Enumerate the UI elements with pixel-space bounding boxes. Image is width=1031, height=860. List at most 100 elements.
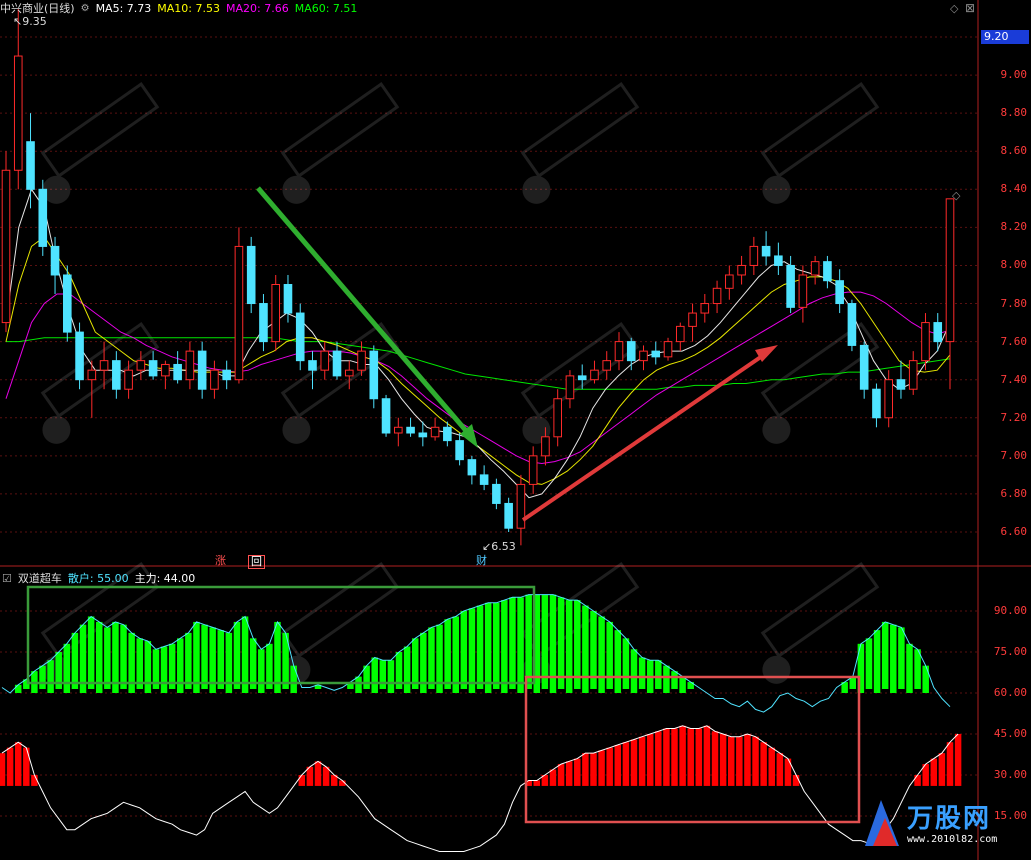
candle-up [344, 369, 354, 377]
ma5-value: MA5: 7.73 [95, 1, 152, 15]
main-force-bar [768, 747, 775, 786]
retail-bar [541, 594, 549, 689]
main-force-bar [930, 758, 938, 786]
candle-down [26, 141, 35, 190]
watermark-emblem [762, 655, 791, 684]
indicator-toggle-icon[interactable]: ☑ [2, 572, 12, 585]
tag-rise[interactable]: 涨 [213, 555, 228, 567]
retail-bar [185, 632, 192, 689]
main-force-bar [23, 747, 30, 786]
retail-bar [14, 684, 22, 693]
candle-up [136, 360, 146, 371]
retail-bar [468, 608, 476, 693]
main-force-bar [671, 728, 678, 786]
tag-finance[interactable]: 财 [474, 555, 489, 567]
retail-bar [355, 676, 362, 693]
candle-up [700, 303, 710, 314]
candle-down [467, 459, 477, 476]
ma20-line [5, 291, 951, 465]
retail-bar [460, 611, 468, 689]
main-force-bar [582, 753, 589, 786]
retail-bar [371, 657, 378, 693]
retail-bar [493, 602, 500, 689]
candle-up [99, 360, 109, 371]
candle-down [369, 350, 379, 400]
candle-down [197, 350, 207, 390]
main-force-line [1, 725, 959, 852]
indicator-tick-label: 75.00 [993, 645, 1027, 658]
candle-down [455, 440, 464, 461]
indicator-name[interactable]: 双道超车 [18, 570, 62, 586]
retail-bar [201, 624, 208, 689]
retail-bar [403, 646, 411, 693]
main-force-bar [557, 764, 565, 786]
close-icon[interactable]: ⊠ [965, 1, 975, 15]
candle-down [308, 360, 317, 371]
main-force-bar [946, 742, 954, 786]
watermark-emblem [42, 415, 71, 444]
retail-bar [873, 630, 881, 693]
retail-bar [71, 632, 79, 689]
candle-down [651, 350, 661, 358]
candle-up [725, 274, 734, 289]
retail-bar [104, 627, 111, 689]
price-tick-label: 8.80 [1000, 106, 1028, 120]
candle-down [504, 502, 513, 529]
main-force-bar [298, 775, 306, 786]
candle-down [823, 261, 832, 282]
candle-down [295, 312, 305, 362]
watermark-emblem [522, 175, 551, 204]
price-tick-label: 8.20 [1000, 220, 1028, 234]
retail-bar [574, 600, 581, 689]
retail-bar [501, 600, 508, 693]
retail-bar [606, 621, 613, 689]
candle-down [835, 280, 844, 305]
current-price-label: 9.20 [981, 30, 1029, 44]
watermark-mark [520, 82, 640, 204]
watermark-frame [520, 82, 640, 178]
candle-down [332, 350, 342, 377]
retail-bar [865, 638, 873, 689]
grid-lines [0, 0, 1031, 860]
tag-return[interactable]: 回 [248, 555, 265, 569]
retail-bar [144, 641, 152, 693]
candle-up [945, 198, 955, 343]
main-force-bar [0, 753, 6, 786]
stock-name[interactable]: 中兴商业(日线) [0, 0, 75, 16]
indicator-tick-label: 45.00 [993, 727, 1027, 740]
main-force-bar [630, 739, 638, 786]
retail-bar [217, 630, 225, 689]
candle-up [185, 350, 195, 381]
candle-down [246, 245, 256, 305]
watermark-emblem [762, 415, 791, 444]
candle-up [590, 369, 599, 381]
watermark-emblem [282, 175, 311, 204]
collapse-diamond-icon[interactable]: ◇ [952, 189, 960, 202]
retail-bar [655, 660, 662, 689]
settings-gear-icon[interactable]: ⚙ [81, 3, 90, 14]
retail-bar [444, 619, 451, 689]
candle-up [675, 325, 685, 343]
candle-down [761, 245, 771, 257]
candle-up [161, 363, 170, 377]
watermark-frame [280, 82, 400, 178]
watermark-mark [40, 322, 160, 444]
retail-bar [249, 638, 257, 689]
main-force-bar [14, 742, 22, 786]
watermark-emblem [522, 415, 551, 444]
main-force-bar [752, 736, 759, 786]
moving-average-lines [5, 188, 951, 499]
main-force-bar [719, 734, 727, 786]
expand-diamond-icon[interactable]: ◇ [950, 2, 958, 15]
candle-down [774, 255, 783, 266]
main-force-bar [663, 728, 670, 786]
candle-up [1, 169, 11, 324]
watermark-mark [280, 82, 400, 204]
watermark-frame [280, 562, 400, 658]
candle-down [896, 379, 906, 390]
retail-bar [671, 671, 678, 689]
main-chart-header: 中兴商业(日线) ⚙ MA5: 7.73 MA10: 7.53 MA20: 7.… [0, 0, 357, 16]
retail-bar [898, 627, 905, 689]
main-force-bar [638, 736, 646, 786]
candle-up [320, 350, 330, 371]
